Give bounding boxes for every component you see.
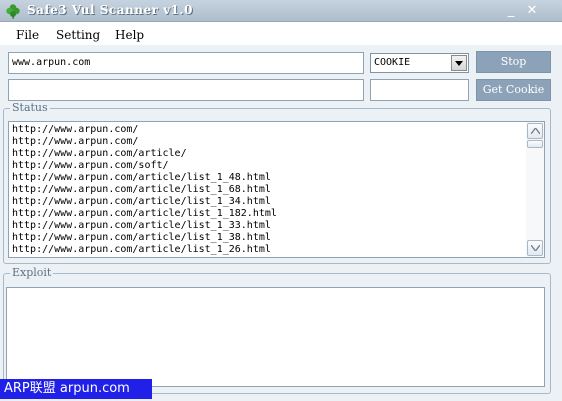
scroll-up-button[interactable] (527, 123, 543, 139)
status-line: http://www.arpun.com/article/list_1_48.h… (12, 172, 271, 183)
status-line: http://www.arpun.com/ (12, 124, 139, 135)
status-line: http://www.arpun.com/article/list_1_68.h… (12, 184, 271, 195)
scroll-thumb[interactable] (527, 140, 543, 148)
menu-file[interactable]: File (16, 28, 39, 42)
status-line: http://www.arpun.com/article/list_1_26.h… (12, 244, 271, 255)
title-bar: Safe3 Vul Scanner v1.0 _ ✕ (0, 0, 562, 22)
menu-bar: File Setting Help (0, 23, 562, 45)
status-line: http://www.arpun.com/article/ (12, 148, 187, 159)
clover-icon (5, 3, 21, 19)
exploit-group-label: Exploit (10, 266, 54, 279)
stop-button[interactable]: Stop (476, 51, 551, 73)
status-line: http://www.arpun.com/ (12, 136, 139, 147)
status-lines: http://www.arpun.com/http://www.arpun.co… (12, 124, 522, 256)
chevron-down-icon[interactable] (451, 55, 467, 71)
url-input[interactable]: www.arpun.com (8, 52, 364, 74)
close-button[interactable]: ✕ (524, 3, 540, 19)
status-line: http://www.arpun.com/article/list_1_38.h… (12, 232, 271, 243)
status-scrollbar[interactable] (526, 122, 544, 257)
exploit-textarea[interactable] (6, 287, 545, 387)
scroll-down-button[interactable] (527, 240, 543, 256)
status-list[interactable]: http://www.arpun.com/http://www.arpun.co… (8, 121, 545, 258)
status-line: http://www.arpun.com/article/list_1_182.… (12, 208, 277, 219)
status-group-label: Status (10, 101, 50, 114)
method-select[interactable]: COOKIE (370, 53, 469, 73)
get-cookie-button[interactable]: Get Cookie (476, 79, 551, 101)
watermark-banner: ARP联盟 arpun.com (0, 379, 152, 399)
window-title: Safe3 Vul Scanner v1.0 (27, 3, 193, 17)
status-line: http://www.arpun.com/article/list_1_34.h… (12, 196, 271, 207)
minimize-button[interactable]: _ (503, 3, 519, 19)
secondary-input[interactable] (8, 79, 364, 101)
status-line: http://www.arpun.com/soft/ (12, 160, 169, 171)
status-line: http://www.arpun.com/article/list_1_33.h… (12, 220, 271, 231)
method-select-value: COOKIE (374, 57, 411, 68)
menu-setting[interactable]: Setting (56, 28, 100, 42)
extra-input[interactable] (370, 79, 469, 101)
menu-help[interactable]: Help (115, 28, 144, 42)
